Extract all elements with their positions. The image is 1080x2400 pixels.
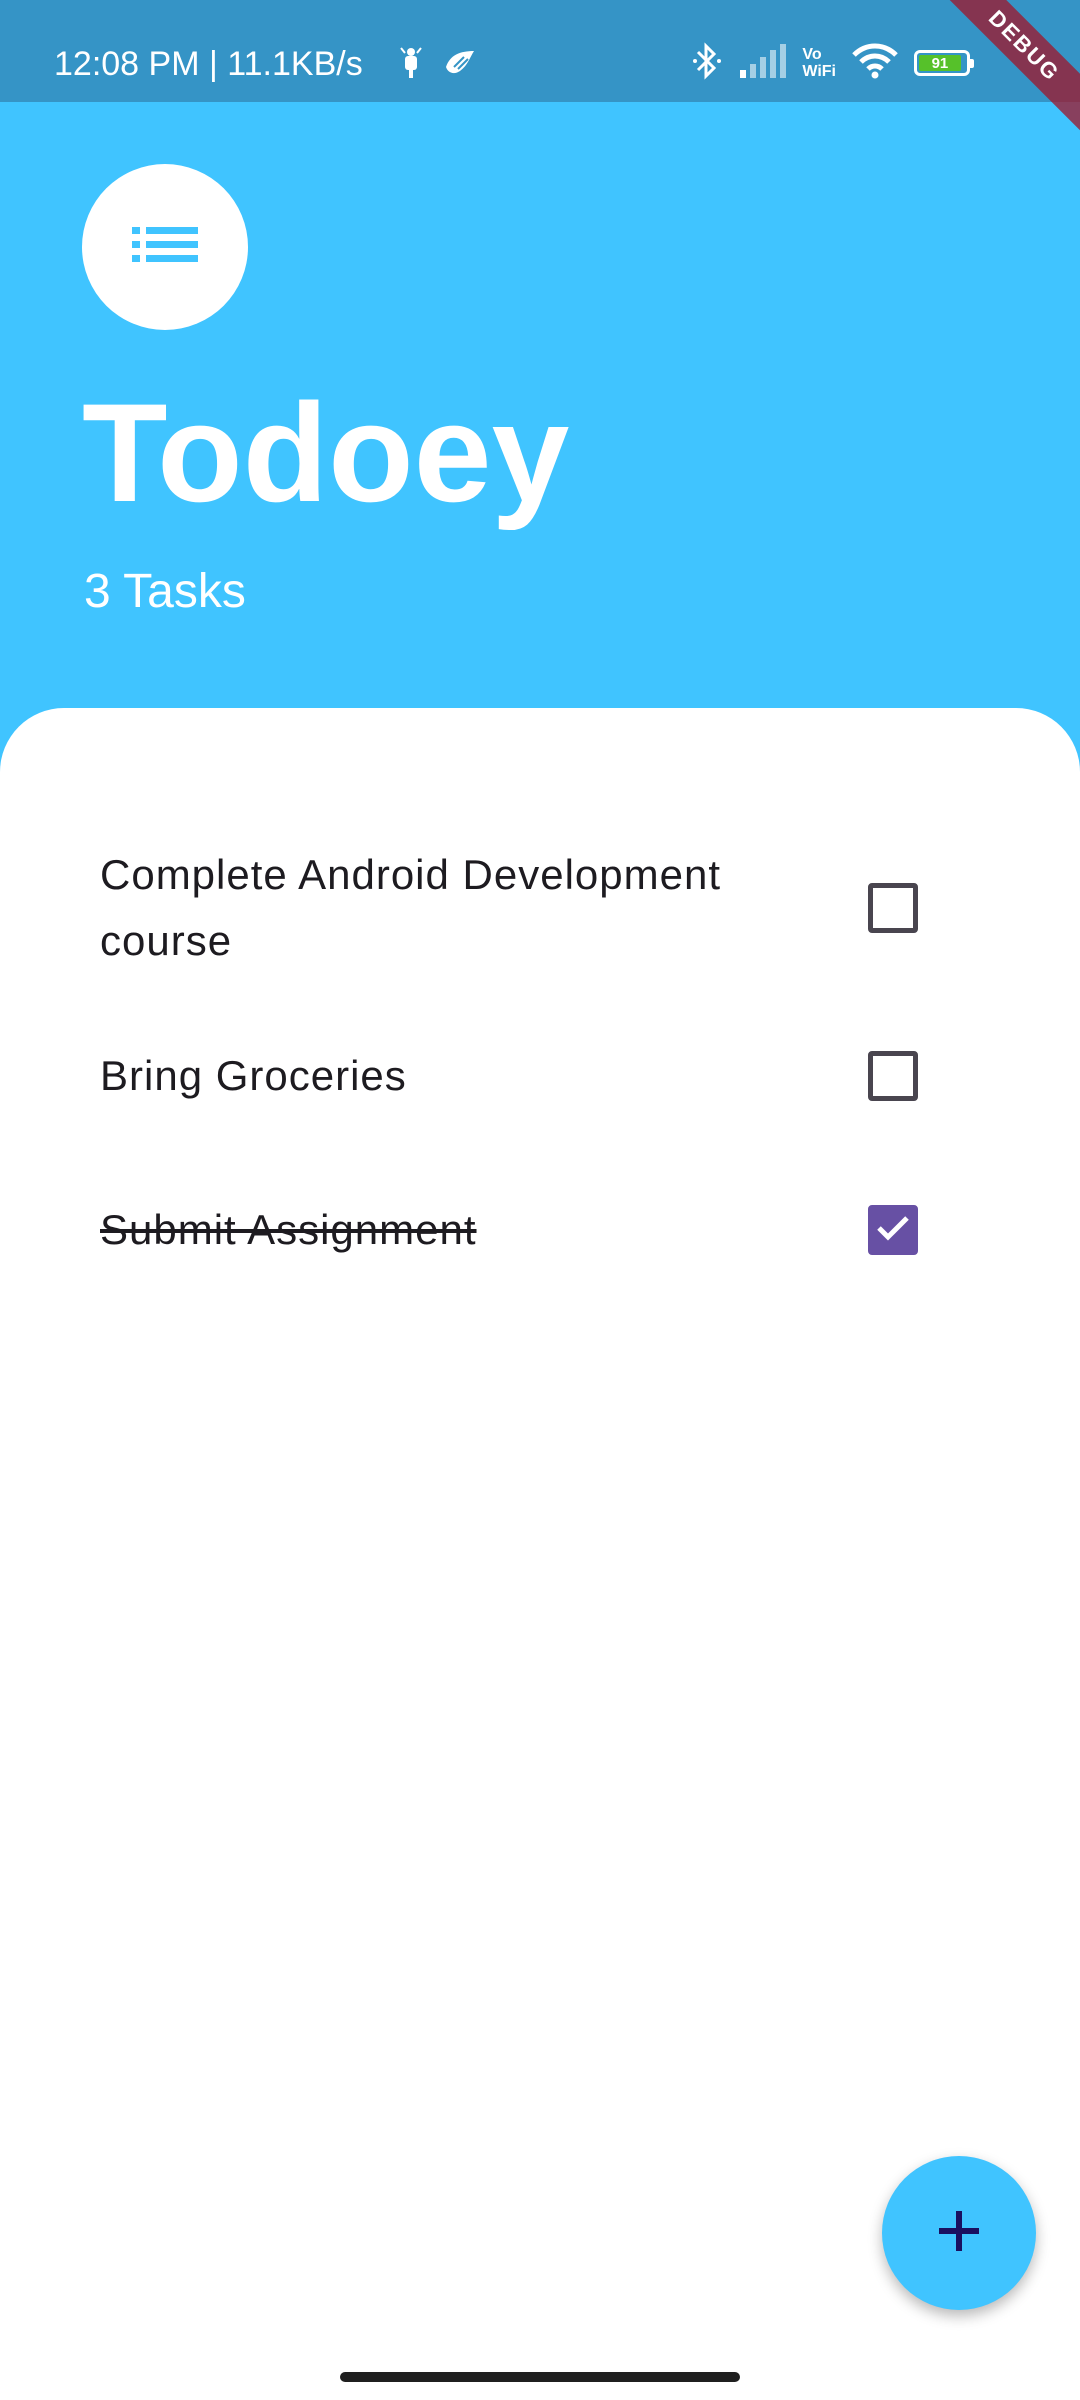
task-item[interactable]: Submit Assignment	[100, 1180, 980, 1280]
status-right-icons: Vo WiFi 91	[692, 40, 974, 86]
task-title: Submit Assignment	[100, 1206, 477, 1253]
status-bar: 12:08 PM | 11.1KB/s Vo WiFi 91 DEBUG	[0, 0, 1080, 153]
home-indicator[interactable]	[340, 2372, 740, 2382]
add-icon	[935, 2207, 983, 2260]
list-icon	[132, 225, 198, 270]
task-item[interactable]: Bring Groceries	[100, 1026, 980, 1126]
vowifi-top-label: Vo	[802, 46, 822, 63]
bird-app-icon	[442, 47, 478, 82]
task-title: Bring Groceries	[100, 1052, 407, 1099]
app-screen: 12:08 PM | 11.1KB/s Vo WiFi 91 DEBUG Tod…	[0, 0, 1080, 2400]
checkmark-icon	[876, 1214, 910, 1247]
app-title: Todoey	[82, 374, 570, 531]
task-title: Complete Android Development course	[100, 851, 722, 964]
add-task-button[interactable]	[882, 2156, 1036, 2310]
status-time: 12:08 PM | 11.1KB/s	[54, 45, 363, 83]
wifi-icon	[852, 43, 898, 84]
task-checkbox[interactable]	[868, 883, 918, 933]
task-checkbox[interactable]	[868, 1205, 918, 1255]
vowifi-icon: Vo WiFi	[802, 46, 836, 80]
battery-level: 91	[919, 55, 961, 72]
list-icon-avatar	[82, 164, 248, 330]
task-list-sheet: Complete Android Development course Brin…	[0, 708, 1080, 2400]
status-left-icons	[398, 44, 478, 84]
bluetooth-icon	[692, 41, 722, 86]
task-count: 3 Tasks	[84, 565, 246, 618]
vowifi-bottom-label: WiFi	[802, 63, 836, 80]
signal-icon	[738, 43, 787, 83]
task-item[interactable]: Complete Android Development course	[100, 832, 980, 984]
notification-icon	[398, 44, 424, 85]
task-checkbox[interactable]	[868, 1051, 918, 1101]
battery-icon: 91	[914, 50, 974, 76]
